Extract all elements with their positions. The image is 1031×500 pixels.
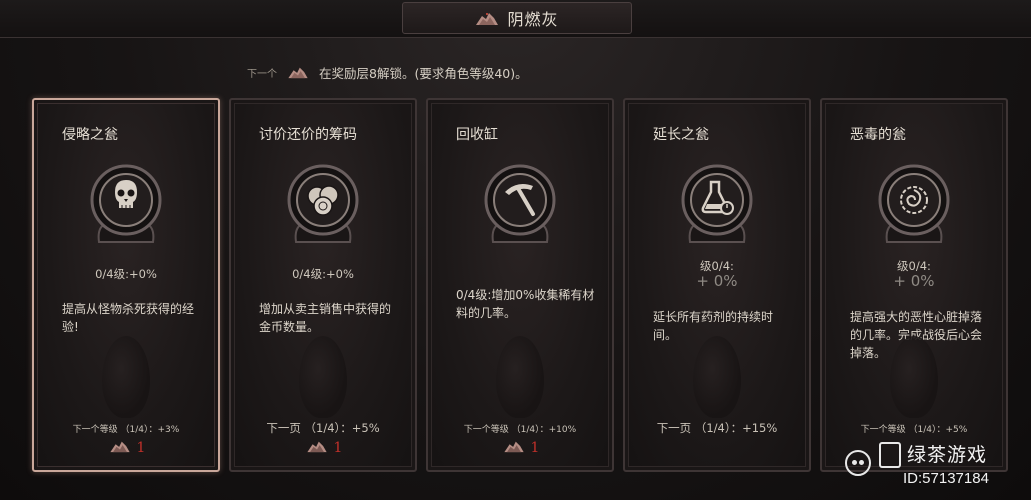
wechat-icon bbox=[845, 450, 871, 476]
coins-icon bbox=[284, 162, 362, 250]
ash-pile-icon bbox=[304, 438, 330, 457]
next-level-text: 下一页 （1/4）：+15% bbox=[656, 421, 778, 435]
next-level-text: 下一个等级 （1/4）：+5% bbox=[860, 425, 968, 435]
watermark: 绿茶游戏 ID:57137184 bbox=[827, 436, 1023, 494]
next-label: 下一个 bbox=[247, 68, 277, 80]
ash-pile-icon bbox=[107, 438, 133, 457]
ash-pile-icon bbox=[475, 10, 499, 26]
skull-icon bbox=[87, 162, 165, 250]
upgrade-card-malignant[interactable]: 恶毒的瓮 级0/4: + 0% 提高强大的恶性心脏掉落的几率。完成战役后心会掉落… bbox=[820, 98, 1008, 472]
card-title: 讨价还价的筹码 bbox=[259, 127, 357, 143]
ash-pile-icon bbox=[287, 65, 309, 79]
unlock-text: 在奖励层8解锁。(要求角色等级40)。 bbox=[319, 65, 528, 81]
card-description: 增加从卖主销售中获得的金币数量。 bbox=[259, 302, 392, 334]
upgrade-card-prolong[interactable]: 延长之瓮 级0/4: + 0% 延长所有药剂的持续时间。 下一页 （1/4）：+… bbox=[623, 98, 811, 472]
urn-silhouette bbox=[299, 336, 347, 418]
cost-value: 1 bbox=[136, 439, 146, 456]
urn-silhouette bbox=[496, 336, 544, 418]
heart-swirl-icon bbox=[875, 162, 953, 250]
upgrade-card-aggression[interactable]: 侵略之瓮 0/4级:+0% 提高从怪物杀死获得的经验! 下一个等级 （1/4）：… bbox=[32, 98, 220, 472]
cost-value: 1 bbox=[530, 439, 540, 456]
bonus-value: + 0% bbox=[893, 272, 935, 290]
bonus-value: + 0% bbox=[696, 272, 738, 290]
level-text: 0/4级:+0% bbox=[292, 267, 354, 281]
cost: 1 bbox=[428, 438, 612, 457]
unlock-info: 下一个 在奖励层8解锁。(要求角色等级40)。 bbox=[247, 62, 528, 82]
pickaxe-icon bbox=[481, 162, 559, 250]
card-title: 回收缸 bbox=[456, 127, 498, 143]
potion-timer-icon bbox=[678, 162, 756, 250]
card-description: 0/4级:增加0%收集稀有材料的几率。 bbox=[456, 288, 595, 320]
card-title: 恶毒的瓮 bbox=[850, 127, 906, 143]
top-bar: 阴燃灰 bbox=[0, 0, 1031, 38]
watermark-name: 绿茶游戏 bbox=[907, 444, 988, 466]
upgrade-card-bargain[interactable]: 讨价还价的筹码 0/4级:+0% 增加从卖主销售中获得的金币数量。 下一页 （1… bbox=[229, 98, 417, 472]
title-plate: 阴燃灰 bbox=[402, 2, 632, 34]
urn-silhouette bbox=[693, 336, 741, 418]
card-description: 提高从怪物杀死获得的经验! bbox=[62, 302, 195, 334]
card-title: 侵略之瓮 bbox=[62, 127, 118, 143]
next-level-text: 下一个等级 （1/4）：+10% bbox=[463, 425, 577, 435]
urn-silhouette bbox=[102, 336, 150, 418]
upgrade-card-salvage[interactable]: 回收缸 0/4级:增加0%收集稀有材料的几率。 下一个等级 （1/4）：+10%… bbox=[426, 98, 614, 472]
card-title: 延长之瓮 bbox=[653, 127, 709, 143]
badge-icon bbox=[879, 442, 901, 468]
ash-pile-icon bbox=[501, 438, 527, 457]
level-text: 0/4级:+0% bbox=[95, 267, 157, 281]
page-title: 阴燃灰 bbox=[507, 10, 559, 29]
cost: 1 bbox=[34, 438, 218, 457]
next-level-text: 下一个等级 （1/4）：+3% bbox=[72, 425, 180, 435]
urn-silhouette bbox=[890, 336, 938, 418]
cost-value: 1 bbox=[333, 439, 343, 456]
cost: 1 bbox=[231, 438, 415, 457]
next-level-text: 下一页 （1/4）：+5% bbox=[266, 421, 380, 435]
watermark-id: ID:57137184 bbox=[903, 470, 989, 487]
